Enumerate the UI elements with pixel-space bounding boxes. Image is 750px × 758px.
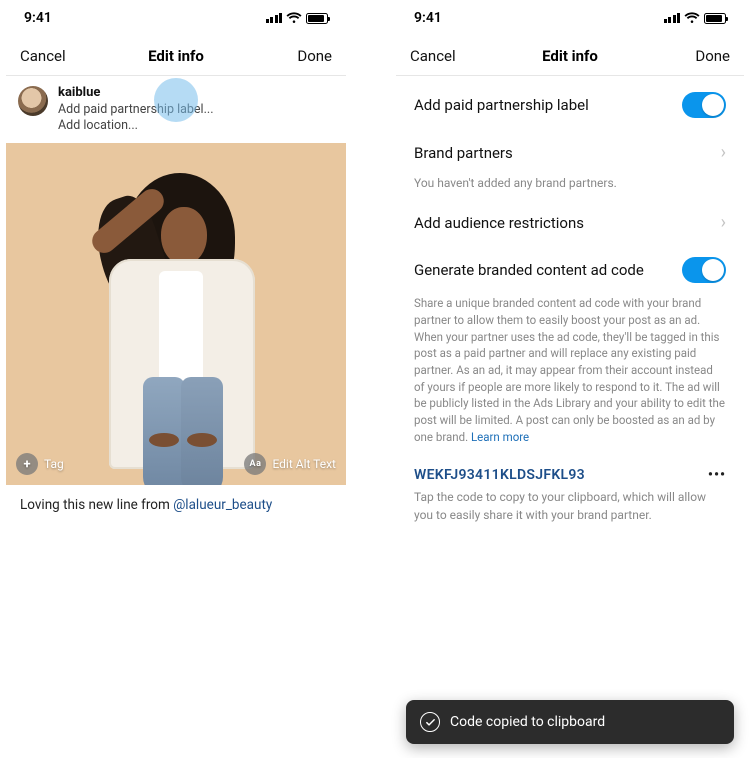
post-header: kaiblue Add paid partnership label... Ad… — [6, 76, 346, 143]
plus-icon: + — [16, 453, 38, 475]
cancel-button[interactable]: Cancel — [410, 47, 466, 65]
post-header-text: kaiblue Add paid partnership label... Ad… — [58, 84, 214, 135]
generate-code-hint: Share a unique branded content ad code w… — [396, 295, 744, 453]
audience-restrictions-label: Add audience restrictions — [414, 214, 584, 232]
tag-button[interactable]: + Tag — [16, 453, 64, 475]
brand-partners-hint: You haven't added any brand partners. — [396, 175, 744, 200]
wifi-icon — [684, 12, 700, 24]
navbar: Cancel Edit info Done — [6, 36, 346, 76]
chevron-right-icon: › — [721, 142, 726, 163]
toast-text: Code copied to clipboard — [450, 714, 605, 730]
status-time: 9:41 — [414, 10, 442, 26]
phone-left: 9:41 Cancel Edit info Done kaiblue Add p… — [6, 0, 346, 752]
status-bar: 9:41 — [396, 0, 744, 36]
paid-partnership-label: Add paid partnership label — [414, 96, 589, 114]
ad-code-row: WEKFJ93411KLDSJFKL93 ••• — [396, 453, 744, 489]
caption[interactable]: Loving this new line from @lalueur_beaut… — [6, 485, 346, 525]
status-icons — [664, 12, 727, 24]
alt-text-icon: Aa — [244, 453, 266, 475]
brand-partners-row[interactable]: Brand partners › — [396, 130, 744, 175]
wifi-icon — [286, 12, 302, 24]
alt-text-label: Edit Alt Text — [272, 457, 336, 471]
edit-alt-text-button[interactable]: Aa Edit Alt Text — [244, 453, 336, 475]
ad-code-hint: Tap the code to copy to your clipboard, … — [396, 489, 744, 532]
generate-code-row: Generate branded content ad code — [396, 245, 744, 295]
paid-partnership-link[interactable]: Add paid partnership label... — [58, 102, 214, 119]
cellular-icon — [664, 13, 681, 23]
page-title: Edit info — [542, 47, 598, 65]
settings-list: Add paid partnership label Brand partner… — [396, 76, 744, 532]
add-location-link[interactable]: Add location... — [58, 118, 214, 135]
photo-subject — [61, 163, 291, 485]
navbar: Cancel Edit info Done — [396, 36, 744, 76]
generate-code-hint-text: Share a unique branded content ad code w… — [414, 296, 725, 443]
caption-text: Loving this new line from — [20, 497, 173, 513]
username[interactable]: kaiblue — [58, 84, 214, 102]
status-time: 9:41 — [24, 10, 52, 26]
done-button[interactable]: Done — [674, 47, 730, 65]
done-button[interactable]: Done — [276, 47, 332, 65]
post-photo[interactable]: + Tag Aa Edit Alt Text — [6, 143, 346, 485]
cancel-button[interactable]: Cancel — [20, 47, 76, 65]
avatar[interactable] — [18, 86, 48, 116]
generate-code-label: Generate branded content ad code — [414, 261, 644, 279]
more-icon[interactable]: ••• — [708, 467, 726, 483]
brand-partners-label: Brand partners — [414, 144, 513, 162]
paid-partnership-row: Add paid partnership label — [396, 80, 744, 130]
tag-label: Tag — [44, 457, 64, 471]
status-icons — [266, 12, 329, 24]
page-title: Edit info — [148, 47, 204, 65]
generate-code-toggle[interactable] — [682, 257, 726, 283]
toast: Code copied to clipboard — [406, 700, 734, 744]
phone-right: 9:41 Cancel Edit info Done Add paid part… — [396, 0, 744, 752]
check-circle-icon — [420, 712, 440, 732]
learn-more-link[interactable]: Learn more — [471, 430, 529, 444]
battery-icon — [306, 13, 328, 24]
battery-icon — [704, 13, 726, 24]
chevron-right-icon: › — [721, 212, 726, 233]
caption-mention[interactable]: @lalueur_beauty — [173, 497, 272, 513]
ad-code[interactable]: WEKFJ93411KLDSJFKL93 — [414, 467, 585, 483]
cellular-icon — [266, 13, 283, 23]
paid-partnership-toggle[interactable] — [682, 92, 726, 118]
audience-restrictions-row[interactable]: Add audience restrictions › — [396, 200, 744, 245]
status-bar: 9:41 — [6, 0, 346, 36]
